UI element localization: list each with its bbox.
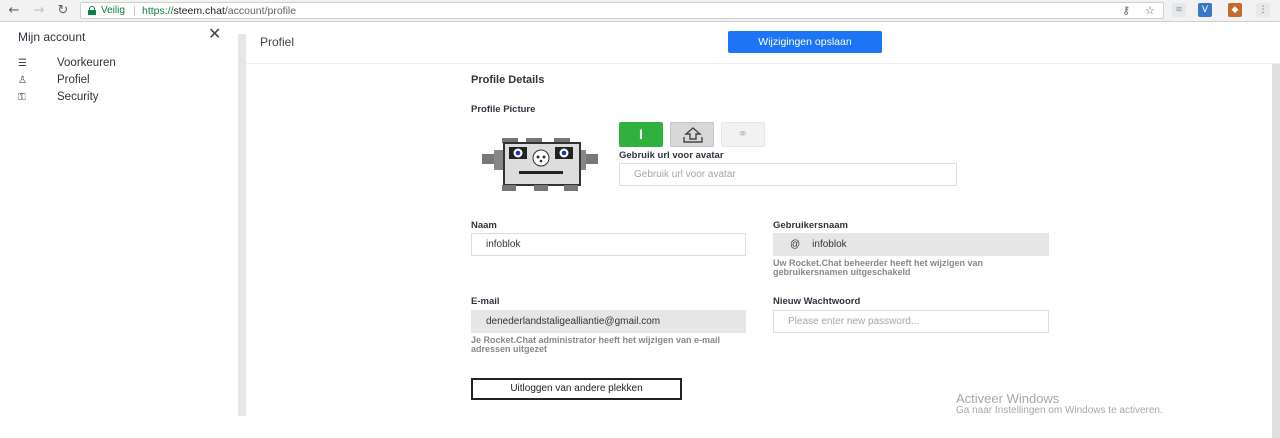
email-label: E-mail <box>471 296 500 307</box>
email-field: denederlandstaligealliantie@gmail.com <box>471 310 746 333</box>
browser-toolbar: ← → ↻ Veilig https://steem.chat/account/… <box>0 0 1280 22</box>
page-header: Profiel Wijzigingen opslaan <box>246 22 1280 64</box>
key-icon[interactable]: ⚷ <box>1122 4 1130 17</box>
secure-label: Veilig <box>101 5 125 16</box>
email-help-text: Je Rocket.Chat administrator heeft het w… <box>471 335 721 354</box>
new-password-label: Nieuw Wachtwoord <box>773 296 861 307</box>
logout-other-sessions-button[interactable]: Uitloggen van andere plekken <box>471 378 682 400</box>
name-label: Naam <box>471 220 497 231</box>
sliders-icon: ☰ <box>18 58 27 69</box>
lock-icon: ⚿ <box>18 92 26 103</box>
extension-v-icon[interactable]: V <box>1198 3 1212 17</box>
sidebar-title: Mijn account <box>18 30 86 44</box>
sidebar-item-label: Voorkeuren <box>57 57 116 69</box>
extension-fox-icon[interactable]: ◆ <box>1228 3 1242 17</box>
username-field: @ infoblok <box>773 233 1049 256</box>
at-icon: @ <box>790 239 801 250</box>
robot-avatar <box>482 138 598 191</box>
sidebar-item-voorkeuren[interactable]: ☰ Voorkeuren <box>18 57 218 73</box>
back-icon[interactable]: ← <box>6 3 22 19</box>
name-input[interactable]: infoblok <box>471 233 746 256</box>
forward-icon[interactable]: → <box>31 3 47 19</box>
avatar-url-input[interactable]: Gebruik url voor avatar <box>619 163 957 186</box>
activation-watermark-text: Ga naar Instellingen om Windows te activ… <box>956 405 1163 416</box>
upload-avatar-button[interactable] <box>670 122 714 147</box>
sidebar-item-label: Security <box>57 91 99 103</box>
sidebar-item-profiel[interactable]: ♙ Profiel <box>18 74 218 90</box>
new-password-input[interactable]: Please enter new password... <box>773 310 1049 333</box>
profile-picture-heading: Profile Picture <box>471 104 536 115</box>
username-help-text: Uw Rocket.Chat beheerder heeft het wijzi… <box>773 258 984 277</box>
username-label: Gebruikersnaam <box>773 220 848 231</box>
main-scrollbar[interactable] <box>1272 64 1280 438</box>
profile-details-heading: Profile Details <box>471 74 545 86</box>
lock-icon <box>88 6 96 15</box>
save-changes-button[interactable]: Wijzigingen opslaan <box>728 31 882 53</box>
close-icon[interactable]: ✕ <box>208 26 224 42</box>
avatar-url-label: Gebruik url voor avatar <box>619 150 724 161</box>
url-text[interactable]: https://steem.chat/account/profile <box>142 5 296 17</box>
account-sidebar: Mijn account ✕ ☰ Voorkeuren ♙ Profiel ⚿ … <box>0 22 240 438</box>
reload-icon[interactable]: ↻ <box>55 3 71 19</box>
address-bar[interactable]: Veilig https://steem.chat/account/profil… <box>80 2 1164 19</box>
activation-watermark-title: Activeer Windows <box>956 391 1060 406</box>
omnibox-divider <box>134 6 135 16</box>
user-icon: ♙ <box>18 75 27 86</box>
sidebar-item-security[interactable]: ⚿ Security <box>18 91 218 107</box>
page-title: Profiel <box>260 35 295 49</box>
initial-avatar-button[interactable]: I <box>619 122 663 147</box>
username-value: infoblok <box>812 239 847 250</box>
upload-icon <box>683 127 703 143</box>
sidebar-item-label: Profiel <box>57 74 90 86</box>
extension-wifi-icon[interactable]: ≋ <box>1172 3 1186 17</box>
star-icon[interactable]: ☆ <box>1145 4 1155 17</box>
link-icon[interactable]: ⚭ <box>721 122 765 147</box>
sidebar-scrollbar[interactable] <box>238 34 246 416</box>
menu-icon[interactable]: ⋮ <box>1256 3 1270 17</box>
